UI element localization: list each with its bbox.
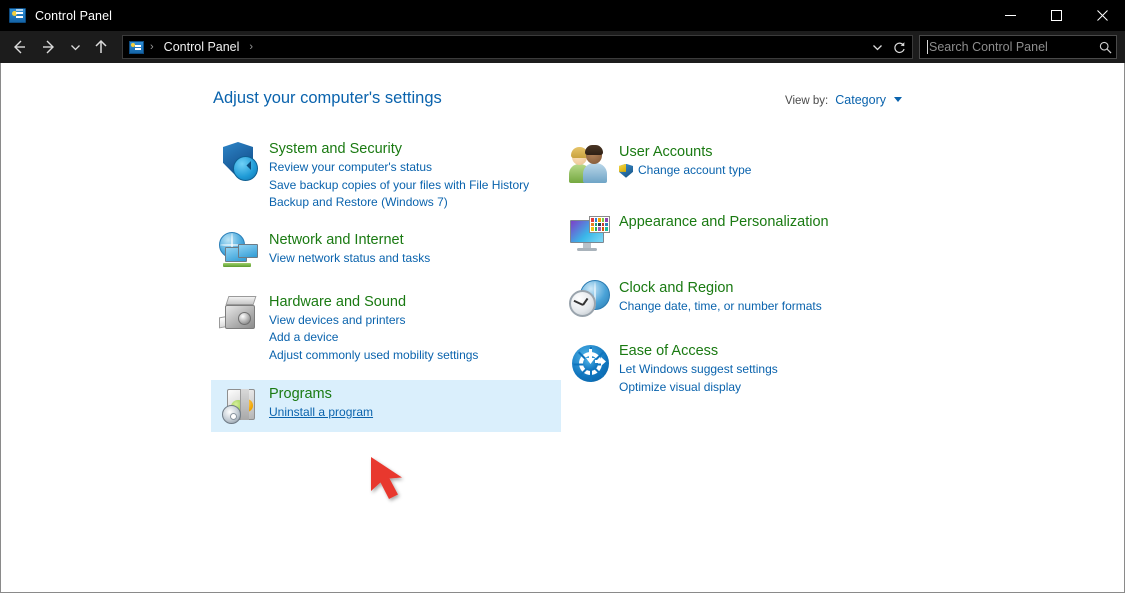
navigation-bar: › Control Panel › xyxy=(0,31,1125,63)
category-programs[interactable]: Programs Uninstall a program xyxy=(211,380,561,432)
address-bar[interactable]: › Control Panel › xyxy=(122,35,913,59)
forward-button[interactable] xyxy=(34,32,64,62)
category-title-system-and-security[interactable]: System and Security xyxy=(269,139,402,159)
close-button[interactable] xyxy=(1079,0,1125,31)
page-header: Adjust your computer's settings xyxy=(213,89,442,108)
category-title-hardware-and-sound[interactable]: Hardware and Sound xyxy=(269,292,406,312)
category-icon-wrapper xyxy=(211,230,269,274)
caret-down-icon[interactable] xyxy=(894,97,902,102)
category-link-label: Change account type xyxy=(638,163,752,177)
category-link-system-and-security-1[interactable]: Save backup copies of your files with Fi… xyxy=(269,177,561,195)
category-icon-wrapper xyxy=(211,384,269,428)
search-box[interactable] xyxy=(919,35,1117,59)
category-link-hardware-and-sound-1[interactable]: Add a device xyxy=(269,329,561,347)
category-link-system-and-security-2[interactable]: Backup and Restore (Windows 7) xyxy=(269,194,561,212)
category-title-ease-of-access[interactable]: Ease of Access xyxy=(619,341,718,361)
category-body: Appearance and Personalization xyxy=(619,212,911,256)
category-icon-wrapper xyxy=(211,292,269,365)
monitor-palette-icon xyxy=(569,214,611,256)
maximize-button[interactable] xyxy=(1033,0,1079,31)
category-body: Ease of Access Let Windows suggest settin… xyxy=(619,341,911,396)
category-icon-wrapper xyxy=(561,341,619,396)
breadcrumb-control-panel-icon xyxy=(129,40,144,54)
window-controls xyxy=(987,0,1125,31)
view-by-control: View by: Category xyxy=(785,93,902,107)
category-user-accounts[interactable]: User Accounts Change account type xyxy=(561,138,911,190)
up-button[interactable] xyxy=(86,32,116,62)
category-title-user-accounts[interactable]: User Accounts xyxy=(619,142,713,162)
clock-globe-icon xyxy=(569,280,611,322)
view-by-label: View by: xyxy=(785,95,829,107)
category-body: Programs Uninstall a program xyxy=(269,384,561,428)
view-by-value[interactable]: Category xyxy=(835,93,886,107)
search-icon[interactable] xyxy=(1095,41,1112,54)
control-panel-window: Control Panel › Control Panel › Search C… xyxy=(0,0,1125,593)
category-link-clock-and-region-0[interactable]: Change date, time, or number formats xyxy=(619,298,911,316)
back-button[interactable] xyxy=(4,32,34,62)
shield-icon xyxy=(219,141,261,183)
search-input[interactable] xyxy=(929,40,1095,54)
category-icon-wrapper xyxy=(561,278,619,322)
category-body: Hardware and Sound View devices and print… xyxy=(269,292,561,365)
category-columns: System and Security Review your computer'… xyxy=(1,131,1124,592)
category-body: Clock and Region Change date, time, or nu… xyxy=(619,278,911,322)
category-hardware-and-sound[interactable]: Hardware and Sound View devices and print… xyxy=(211,288,561,369)
category-icon-wrapper xyxy=(561,212,619,256)
category-column-left: System and Security Review your computer'… xyxy=(211,131,561,432)
category-link-hardware-and-sound-0[interactable]: View devices and printers xyxy=(269,312,561,330)
address-bar-right-controls xyxy=(866,36,910,58)
category-body: Network and Internet View network status … xyxy=(269,230,561,274)
title-bar: Control Panel xyxy=(0,0,1125,31)
uac-shield-icon xyxy=(619,163,633,178)
title-bar-left: Control Panel xyxy=(0,8,112,23)
category-clock-and-region[interactable]: Clock and Region Change date, time, or nu… xyxy=(561,274,911,326)
category-link-ease-of-access-0[interactable]: Let Windows suggest settings xyxy=(619,361,911,379)
category-system-and-security[interactable]: System and Security Review your computer'… xyxy=(211,135,561,216)
page-title: Adjust your computer's settings xyxy=(213,89,442,107)
category-body: System and Security Review your computer'… xyxy=(269,139,561,212)
category-icon-wrapper xyxy=(211,139,269,212)
category-link-ease-of-access-1[interactable]: Optimize visual display xyxy=(619,379,911,397)
address-history-dropdown-button[interactable] xyxy=(866,36,888,58)
category-body: User Accounts Change account type xyxy=(619,142,911,186)
window-title: Control Panel xyxy=(35,8,113,23)
category-title-network-and-internet[interactable]: Network and Internet xyxy=(269,230,404,250)
category-title-clock-and-region[interactable]: Clock and Region xyxy=(619,278,733,298)
breadcrumb-separator[interactable]: › xyxy=(146,41,158,53)
category-link-system-and-security-0[interactable]: Review your computer's status xyxy=(269,159,561,177)
category-ease-of-access[interactable]: Ease of Access Let Windows suggest settin… xyxy=(561,337,911,400)
category-title-programs[interactable]: Programs xyxy=(269,384,332,404)
control-panel-icon xyxy=(9,8,26,23)
breadcrumb-separator-trailing[interactable]: › xyxy=(245,41,257,53)
category-appearance-and-personalization[interactable]: Appearance and Personalization xyxy=(561,208,911,260)
category-column-right: User Accounts Change account type Appearan… xyxy=(561,131,911,400)
category-link-user-accounts-0[interactable]: Change account type xyxy=(619,162,911,180)
recent-locations-button[interactable] xyxy=(64,32,86,62)
printer-icon xyxy=(219,294,261,336)
minimize-button[interactable] xyxy=(987,0,1033,31)
breadcrumb-item-control-panel[interactable]: Control Panel xyxy=(160,38,244,56)
category-link-programs-0[interactable]: Uninstall a program xyxy=(269,404,561,422)
category-title-appearance-and-personalization[interactable]: Appearance and Personalization xyxy=(619,212,829,232)
users-icon xyxy=(569,144,611,186)
category-icon-wrapper xyxy=(561,142,619,186)
ease-of-access-icon xyxy=(569,343,611,385)
refresh-icon[interactable] xyxy=(888,36,910,58)
network-globe-monitor-icon xyxy=(219,231,261,274)
category-network-and-internet[interactable]: Network and Internet View network status … xyxy=(211,226,561,278)
content-area: Adjust your computer's settings View by:… xyxy=(0,63,1125,593)
category-link-hardware-and-sound-2[interactable]: Adjust commonly used mobility settings xyxy=(269,347,561,365)
category-link-network-and-internet-0[interactable]: View network status and tasks xyxy=(269,250,561,268)
programs-box-cd-icon xyxy=(219,386,261,428)
search-text-caret xyxy=(927,40,928,54)
